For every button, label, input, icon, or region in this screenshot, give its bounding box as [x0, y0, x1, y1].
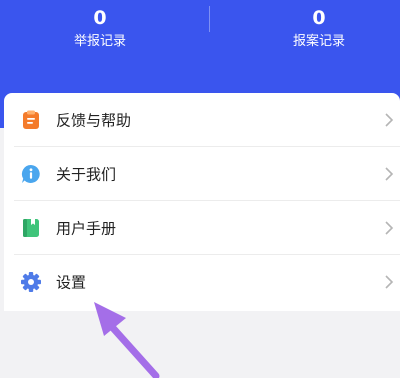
menu-item-about-us[interactable]: 关于我们 [4, 147, 400, 201]
menu-item-label: 关于我们 [56, 165, 117, 184]
info-bubble-icon [20, 163, 42, 185]
stat-value: 0 [93, 7, 107, 29]
pointer-arrow-icon [94, 302, 160, 378]
clipboard-icon [20, 109, 42, 131]
chevron-right-icon [385, 275, 394, 289]
menu-item-settings[interactable]: 设置 [4, 255, 400, 309]
menu-card: 反馈与帮助 关于我们 用户手册 设置 [4, 93, 400, 311]
menu-item-label: 设置 [56, 273, 87, 292]
stat-label: 报案记录 [292, 34, 345, 49]
book-icon [20, 217, 42, 239]
chevron-right-icon [385, 167, 394, 181]
menu-item-label: 用户手册 [56, 219, 117, 238]
menu-item-label: 反馈与帮助 [56, 111, 132, 130]
stat-case-records[interactable]: 0 报案记录 [219, 6, 400, 52]
stat-label: 举报记录 [73, 34, 126, 49]
stat-divider [209, 6, 210, 32]
stat-report-records[interactable]: 0 举报记录 [0, 6, 200, 52]
menu-item-feedback-help[interactable]: 反馈与帮助 [4, 93, 400, 147]
menu-item-user-manual[interactable]: 用户手册 [4, 201, 400, 255]
stat-value: 0 [312, 7, 326, 29]
chevron-right-icon [385, 113, 394, 127]
gear-icon [20, 271, 42, 293]
chevron-right-icon [385, 221, 394, 235]
